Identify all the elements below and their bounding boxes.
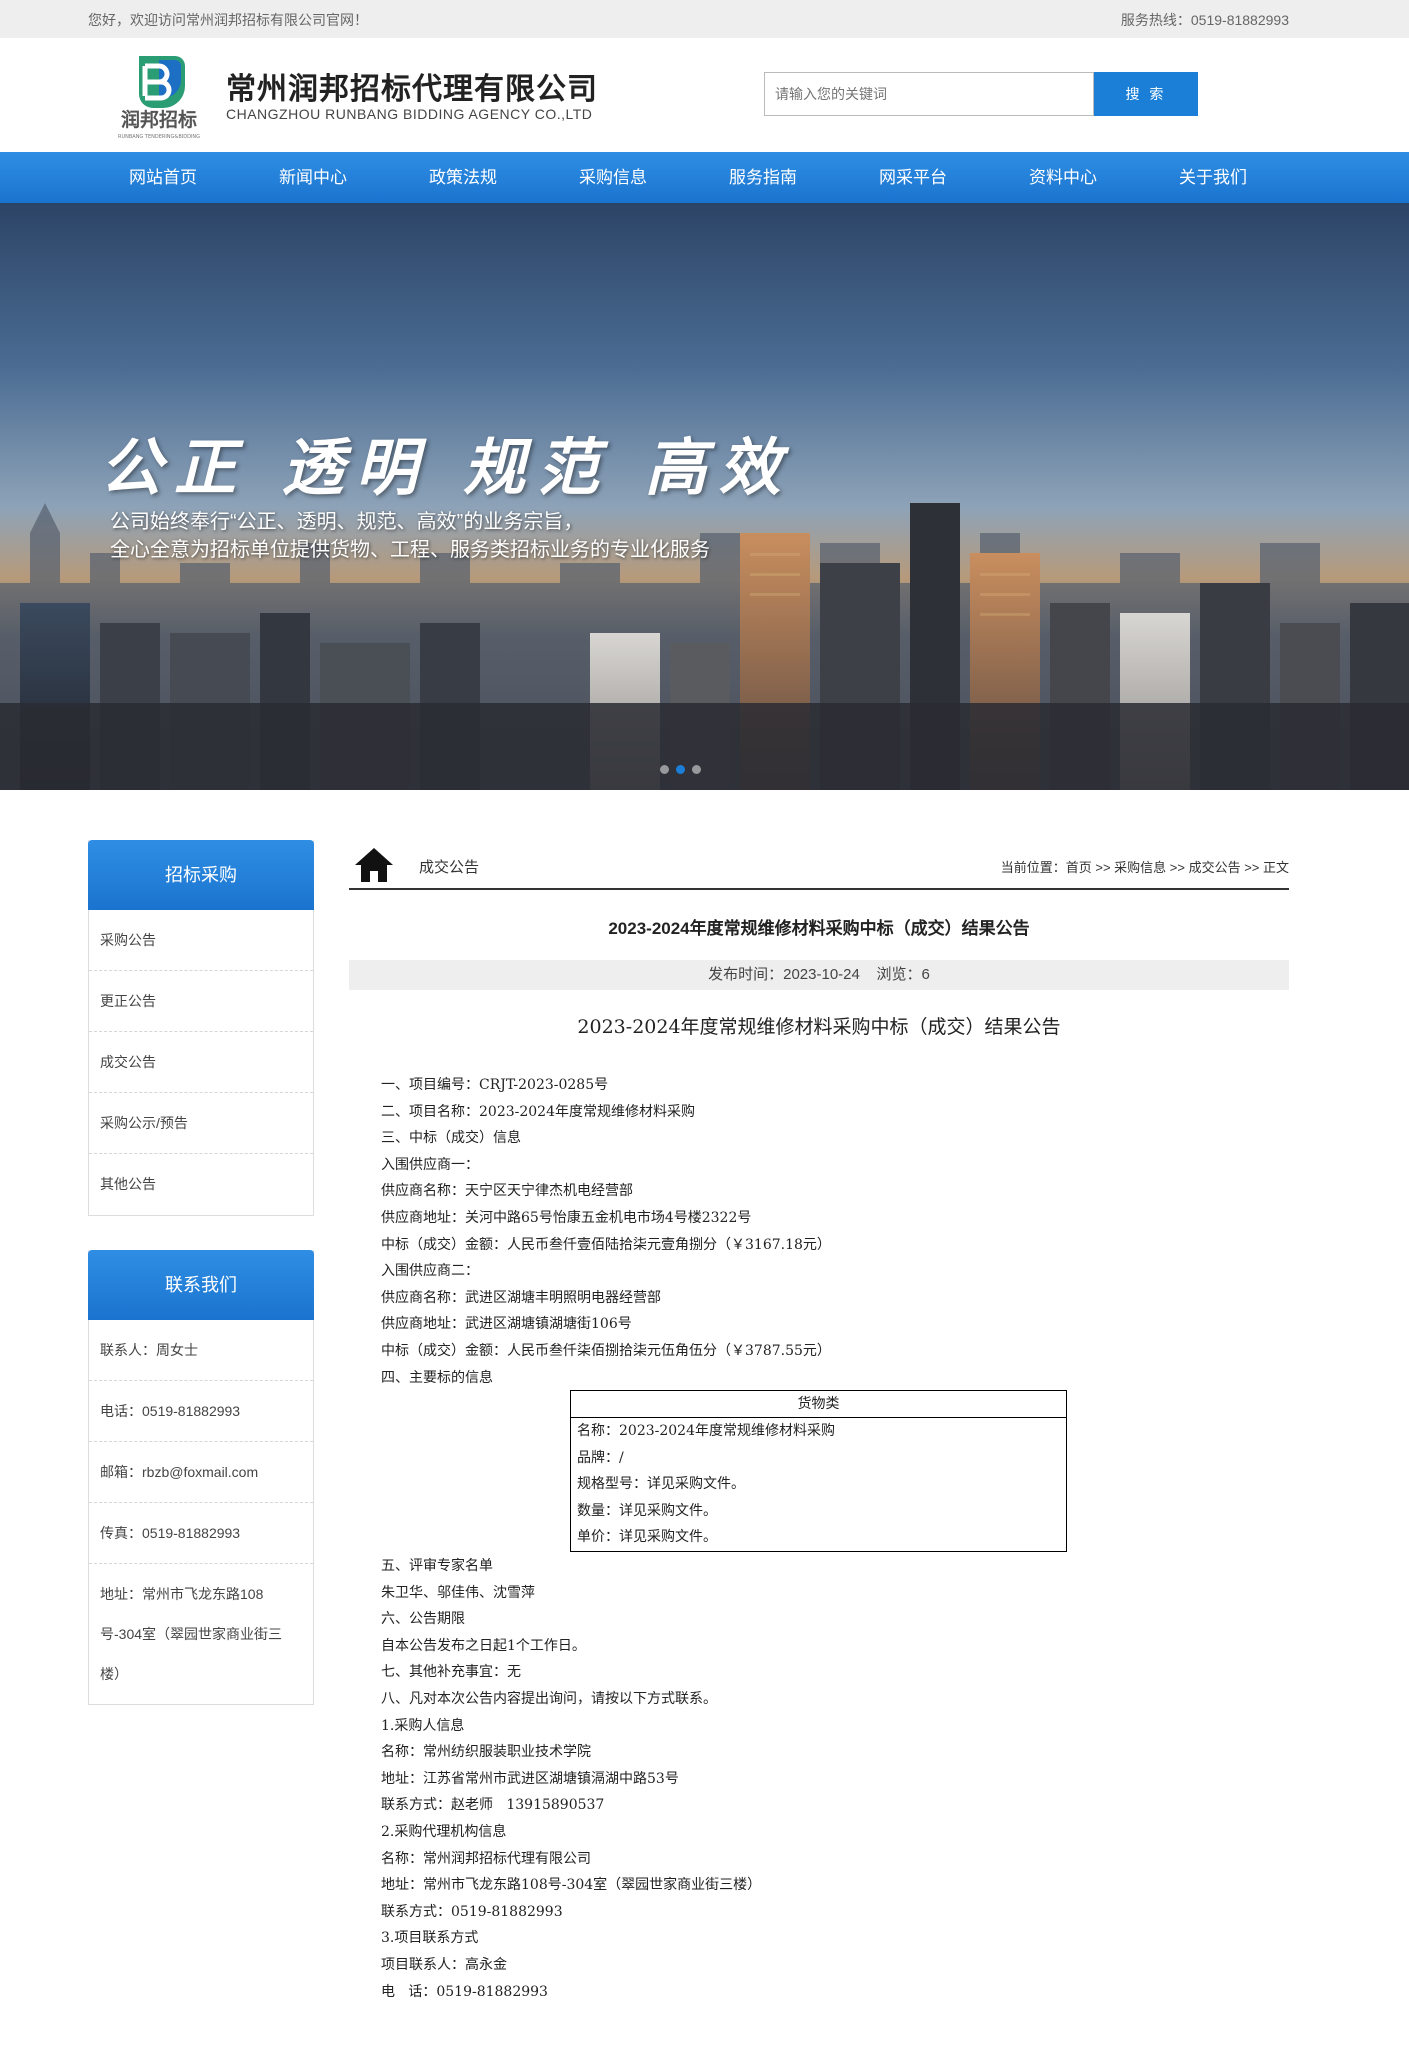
sidebar-item-other-notice[interactable]: 其他公告	[89, 1154, 313, 1215]
body-line: 名称：常州润邦招标代理有限公司	[381, 1850, 591, 1867]
body-line: 3.项目联系方式	[381, 1930, 479, 1947]
body-line: 四、主要标的信息	[381, 1369, 493, 1386]
nav-item-downloads[interactable]: 资料中心	[988, 152, 1138, 203]
goods-table-row: 规格型号：详见采购文件。	[577, 1476, 745, 1493]
body-line: 入围供应商一：	[381, 1156, 479, 1173]
company-logo[interactable]: 润邦招标 RUNBANG TENDERING&BIDDING	[112, 52, 206, 142]
goods-table-row: 品牌：/	[577, 1449, 624, 1466]
body-line: 项目联系人：高永金	[381, 1956, 507, 1973]
banner-slogan: 公正 透明 规范 高效	[100, 431, 793, 504]
contact-address-line: 地址：常州市飞龙东路108	[100, 1586, 264, 1602]
nav-item-policy[interactable]: 政策法规	[388, 152, 538, 203]
logo-text: 润邦招标	[121, 108, 197, 131]
search-input[interactable]	[764, 72, 1094, 116]
home-icon[interactable]	[353, 846, 395, 884]
hero-banner: 公正 透明 规范 高效 公司始终奉行“公正、透明、规范、高效”的业务宗旨， 全心…	[0, 203, 1409, 790]
body-line: 2.采购代理机构信息	[381, 1823, 507, 1840]
sidebar-procurement-title: 招标采购	[88, 840, 314, 910]
company-name-cn: 常州润邦招标代理有限公司	[226, 73, 598, 106]
body-line: 二、项目名称：2023-2024年度常规维修材料采购	[381, 1103, 695, 1120]
nav-item-procurement[interactable]: 采购信息	[538, 152, 688, 203]
logo-subtext: RUNBANG TENDERING&BIDDING	[118, 134, 200, 140]
sidebar-procurement: 招标采购 采购公告 更正公告 成交公告 采购公示/预告 其他公告	[88, 840, 314, 1216]
article-meta: 发布时间：2023-10-24 浏览：6	[349, 960, 1289, 990]
sidebar-item-preview-notice[interactable]: 采购公示/预告	[89, 1093, 313, 1154]
article-title: 2023-2024年度常规维修材料采购中标（成交）结果公告	[608, 919, 1030, 938]
body-line: 供应商地址：武进区湖塘镇湖塘街106号	[381, 1316, 632, 1333]
body-line: 六、公告期限	[381, 1611, 465, 1628]
body-line: 地址：常州市飞龙东路108号-304室（翠园世家商业街三楼）	[381, 1877, 762, 1894]
body-line: 一、项目编号：CRJT-2023-0285号	[381, 1077, 609, 1093]
goods-table-row: 名称：2023-2024年度常规维修材料采购	[577, 1423, 835, 1439]
section-title: 成交公告	[419, 859, 480, 876]
site-header: 润邦招标 RUNBANG TENDERING&BIDDING 常州润邦招标代理有…	[0, 38, 1409, 152]
slider-dot[interactable]	[660, 765, 669, 774]
body-line: 联系方式：0519-81882993	[381, 1903, 563, 1920]
hotline-text: 服务热线：0519-81882993	[1120, 12, 1289, 28]
sidebar-item-correction-notice[interactable]: 更正公告	[89, 971, 313, 1032]
company-name-en: CHANGZHOU RUNBANG BIDDING AGENCY CO.,LTD	[226, 106, 593, 122]
body-line: 朱卫华、邬佳伟、沈雪萍	[381, 1584, 535, 1601]
nav-item-home[interactable]: 网站首页	[88, 152, 238, 203]
body-line: 五、评审专家名单	[381, 1558, 493, 1574]
goods-table: 货物类 名称：2023-2024年度常规维修材料采购 品牌：/ 规格型号：详见采…	[570, 1390, 1067, 1552]
body-line: 名称：常州纺织服装职业技术学院	[381, 1744, 591, 1761]
welcome-text: 您好，欢迎访问常州润邦招标有限公司官网！	[88, 12, 368, 28]
contact-address: 地址：常州市飞龙东路108 号-304室（翠园世家商业街三 楼）	[89, 1564, 313, 1704]
content-title: 2023-2024年度常规维修材料采购中标（成交）结果公告	[577, 1016, 1061, 1038]
body-line: 电 话：0519-81882993	[381, 1983, 548, 2000]
body-line: 三、中标（成交）信息	[381, 1130, 521, 1147]
banner-tagline-2: 全心全意为招标单位提供货物、工程、服务类招标业务的专业化服务	[110, 539, 710, 561]
body-line: 联系方式：赵老师 13915890537	[381, 1797, 605, 1814]
logo-icon: 润邦招标 RUNBANG TENDERING&BIDDING	[118, 56, 200, 140]
body-line: 自本公告发布之日起1个工作日。	[381, 1637, 586, 1654]
body-line: 地址：江苏省常州市武进区湖塘镇滆湖中路53号	[381, 1770, 679, 1787]
slider-dot[interactable]	[692, 765, 701, 774]
article-body-part1: 一、项目编号：CRJT-2023-0285号 二、项目名称：2023-2024年…	[381, 1072, 831, 1391]
body-line: 供应商地址：关河中路65号怡康五金机电市场4号楼2322号	[381, 1209, 752, 1226]
sidebar-item-procurement-notice[interactable]: 采购公告	[89, 910, 313, 971]
nav-item-e-procurement[interactable]: 网采平台	[838, 152, 988, 203]
contact-person: 联系人：周女士	[89, 1320, 313, 1381]
contact-phone: 电话：0519-81882993	[89, 1381, 313, 1442]
goods-table-row: 单价：详见采购文件。	[577, 1529, 717, 1546]
nav-item-about[interactable]: 关于我们	[1138, 152, 1288, 203]
body-line: 中标（成交）金额：人民币叁仟壹佰陆拾柒元壹角捌分（￥3167.18元）	[381, 1236, 831, 1253]
body-line: 供应商名称：武进区湖塘丰明照明电器经营部	[381, 1289, 661, 1306]
body-line: 八、凡对本次公告内容提出询问，请按以下方式联系。	[381, 1690, 717, 1707]
sidebar-item-award-notice[interactable]: 成交公告	[89, 1032, 313, 1093]
top-bar: 您好，欢迎访问常州润邦招标有限公司官网！ 服务热线：0519-81882993	[0, 0, 1409, 38]
contact-address-line: 号-304室（翠园世家商业街三	[100, 1626, 283, 1642]
banner-tagline-1: 公司始终奉行“公正、透明、规范、高效”的业务宗旨，	[110, 511, 584, 533]
body-line: 入围供应商二：	[381, 1263, 479, 1280]
article-body-part2: 五、评审专家名单 朱卫华、邬佳伟、沈雪萍 六、公告期限 自本公告发布之日起1个工…	[381, 1553, 761, 2005]
slider-dot-active[interactable]	[676, 765, 685, 774]
search-button[interactable]: 搜 索	[1094, 72, 1198, 116]
contact-email: 邮箱：rbzb@foxmail.com	[89, 1442, 313, 1503]
goods-table-row: 数量：详见采购文件。	[577, 1502, 717, 1519]
nav-item-service[interactable]: 服务指南	[688, 152, 838, 203]
nav-item-news[interactable]: 新闻中心	[238, 152, 388, 203]
body-line: 中标（成交）金额：人民币叁仟柒佰捌拾柒元伍角伍分（￥3787.55元）	[381, 1342, 831, 1359]
contact-fax: 传真：0519-81882993	[89, 1503, 313, 1564]
contact-address-line: 楼）	[100, 1666, 128, 1682]
main-nav: 网站首页 新闻中心 政策法规 采购信息 服务指南 网采平台 资料中心 关于我们	[0, 152, 1409, 203]
sidebar-contact: 联系我们 联系人：周女士 电话：0519-81882993 邮箱：rbzb@fo…	[88, 1250, 314, 1705]
body-line: 七、其他补充事宜：无	[381, 1664, 521, 1681]
breadcrumb[interactable]: 当前位置：首页 >> 采购信息 >> 成交公告 >> 正文	[1001, 857, 1289, 876]
goods-table-header: 货物类	[571, 1391, 1066, 1418]
breadcrumb-bar: 成交公告 当前位置：首页 >> 采购信息 >> 成交公告 >> 正文	[349, 838, 1289, 890]
sidebar-contact-title: 联系我们	[88, 1250, 314, 1320]
body-line: 1.采购人信息	[381, 1717, 465, 1734]
body-line: 供应商名称：天宁区天宁律杰机电经营部	[381, 1183, 633, 1200]
